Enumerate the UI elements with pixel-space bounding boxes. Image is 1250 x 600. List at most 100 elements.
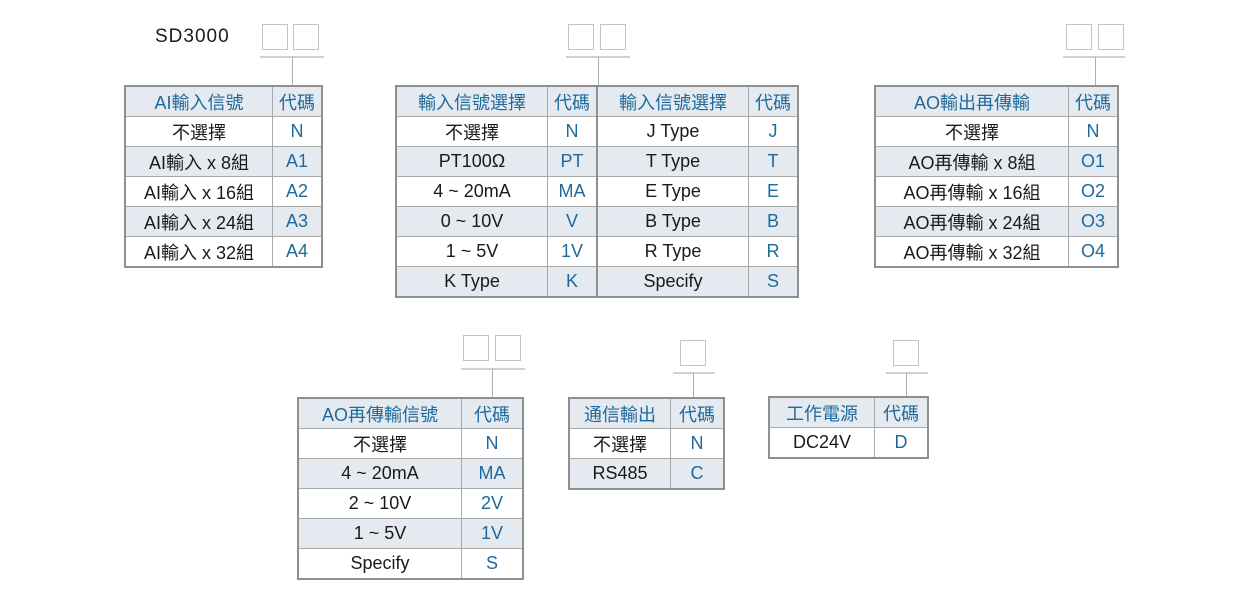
table-row: AO再傳輸 x 24組 O3	[874, 206, 1119, 237]
table-row: 0 ~ 10V V B Type B	[395, 206, 799, 237]
table-row: AI輸入 x 32組 A4	[124, 236, 323, 268]
table-row: AO再傳輸 x 16組 O2	[874, 176, 1119, 207]
connector-line	[1095, 57, 1096, 85]
option-code: MA	[461, 458, 524, 489]
table-header-row: AI輸入信號 代碼	[124, 85, 323, 117]
column-header: 輸入信號選擇	[596, 85, 749, 117]
option-label: 4 ~ 20mA	[297, 458, 462, 489]
option-label: AO再傳輸 x 32組	[874, 236, 1069, 268]
option-label: K Type	[395, 266, 548, 298]
table-header-row: AO再傳輸信號 代碼	[297, 397, 524, 429]
column-header: 代碼	[874, 396, 929, 428]
option-code: N	[547, 116, 598, 147]
option-code: PT	[547, 146, 598, 177]
option-label: B Type	[596, 206, 749, 237]
table-row: 不選擇 N	[874, 116, 1119, 147]
ao-output-table: AO輸出再傳輸 代碼 不選擇 N AO再傳輸 x 8組 O1 AO再傳輸 x 16組…	[874, 85, 1119, 268]
table-row: 4 ~ 20mA MA	[297, 458, 524, 489]
option-code: 1V	[547, 236, 598, 267]
code-slot-box	[1098, 24, 1124, 50]
table-row: 不選擇 N J Type J	[395, 116, 799, 147]
connector-line	[906, 373, 907, 397]
connector-line	[673, 372, 715, 374]
option-code: N	[670, 428, 725, 459]
option-code: 1V	[461, 518, 524, 549]
option-label: T Type	[596, 146, 749, 177]
ao-signal-table: AO再傳輸信號 代碼 不選擇 N 4 ~ 20mA MA 2 ~ 10V 2V 1 ~…	[297, 397, 524, 580]
option-label: 1 ~ 5V	[297, 518, 462, 549]
code-slot-box	[293, 24, 319, 50]
option-label: 4 ~ 20mA	[395, 176, 548, 207]
column-header: 輸入信號選擇	[395, 85, 548, 117]
column-header: 代碼	[1068, 85, 1119, 117]
code-slot-box	[600, 24, 626, 50]
option-code: V	[547, 206, 598, 237]
table-row: AO再傳輸 x 32組 O4	[874, 236, 1119, 268]
option-label: E Type	[596, 176, 749, 207]
option-label: AO再傳輸 x 24組	[874, 206, 1069, 237]
code-slot-box	[568, 24, 594, 50]
column-header: 工作電源	[768, 396, 875, 428]
option-code: K	[547, 266, 598, 298]
table-row: DC24V D	[768, 427, 929, 459]
option-label: AO再傳輸 x 16組	[874, 176, 1069, 207]
connector-line	[461, 368, 525, 370]
table-row: AI輸入 x 24組 A3	[124, 206, 323, 237]
option-label: AO再傳輸 x 8組	[874, 146, 1069, 177]
option-label: R Type	[596, 236, 749, 267]
option-code: N	[461, 428, 524, 459]
connector-line	[492, 369, 493, 397]
option-code: B	[748, 206, 799, 237]
option-code: J	[748, 116, 799, 147]
option-code: R	[748, 236, 799, 267]
option-label: 不選擇	[297, 428, 462, 459]
option-code: C	[670, 458, 725, 490]
table-row: 不選擇 N	[568, 428, 725, 459]
option-code: O4	[1068, 236, 1119, 268]
option-code: A4	[272, 236, 323, 268]
option-code: N	[1068, 116, 1119, 147]
option-label: 不選擇	[568, 428, 671, 459]
option-code: 2V	[461, 488, 524, 519]
option-label: Specify	[297, 548, 462, 580]
model-name: SD3000	[155, 26, 230, 47]
option-code: O3	[1068, 206, 1119, 237]
option-code: A1	[272, 146, 323, 177]
code-slot-box	[680, 340, 706, 366]
table-row: K Type K Specify S	[395, 266, 799, 298]
table-row: 2 ~ 10V 2V	[297, 488, 524, 519]
column-header: AO輸出再傳輸	[874, 85, 1069, 117]
table-header-row: AO輸出再傳輸 代碼	[874, 85, 1119, 117]
table-header-row: 輸入信號選擇 代碼 輸入信號選擇 代碼	[395, 85, 799, 117]
table-row: 不選擇 N	[297, 428, 524, 459]
option-label: AI輸入 x 32組	[124, 236, 273, 268]
option-code: T	[748, 146, 799, 177]
option-code: N	[272, 116, 323, 147]
ai-input-table: AI輸入信號 代碼 不選擇 N AI輸入 x 8組 A1 AI輸入 x 16組 A2 …	[124, 85, 323, 268]
table-row: 1 ~ 5V 1V	[297, 518, 524, 549]
option-label: 不選擇	[124, 116, 273, 147]
option-code: A2	[272, 176, 323, 207]
option-code: S	[748, 266, 799, 298]
column-header: 代碼	[547, 85, 598, 117]
column-header: 代碼	[670, 397, 725, 429]
option-label: 不選擇	[395, 116, 548, 147]
option-code: D	[874, 427, 929, 459]
option-code: A3	[272, 206, 323, 237]
option-label: AI輸入 x 8組	[124, 146, 273, 177]
option-label: Specify	[596, 266, 749, 298]
option-label: 2 ~ 10V	[297, 488, 462, 519]
connector-line	[693, 373, 694, 397]
column-header: AO再傳輸信號	[297, 397, 462, 429]
table-row: 4 ~ 20mA MA E Type E	[395, 176, 799, 207]
column-header: 代碼	[461, 397, 524, 429]
comm-output-table: 通信輸出 代碼 不選擇 N RS485 C	[568, 397, 725, 490]
table-header-row: 通信輸出 代碼	[568, 397, 725, 429]
option-code: S	[461, 548, 524, 580]
connector-line	[1063, 56, 1125, 58]
option-label: AI輸入 x 16組	[124, 176, 273, 207]
option-code: O1	[1068, 146, 1119, 177]
column-header: 代碼	[272, 85, 323, 117]
connector-line	[292, 57, 293, 85]
table-header-row: 工作電源 代碼	[768, 396, 929, 428]
